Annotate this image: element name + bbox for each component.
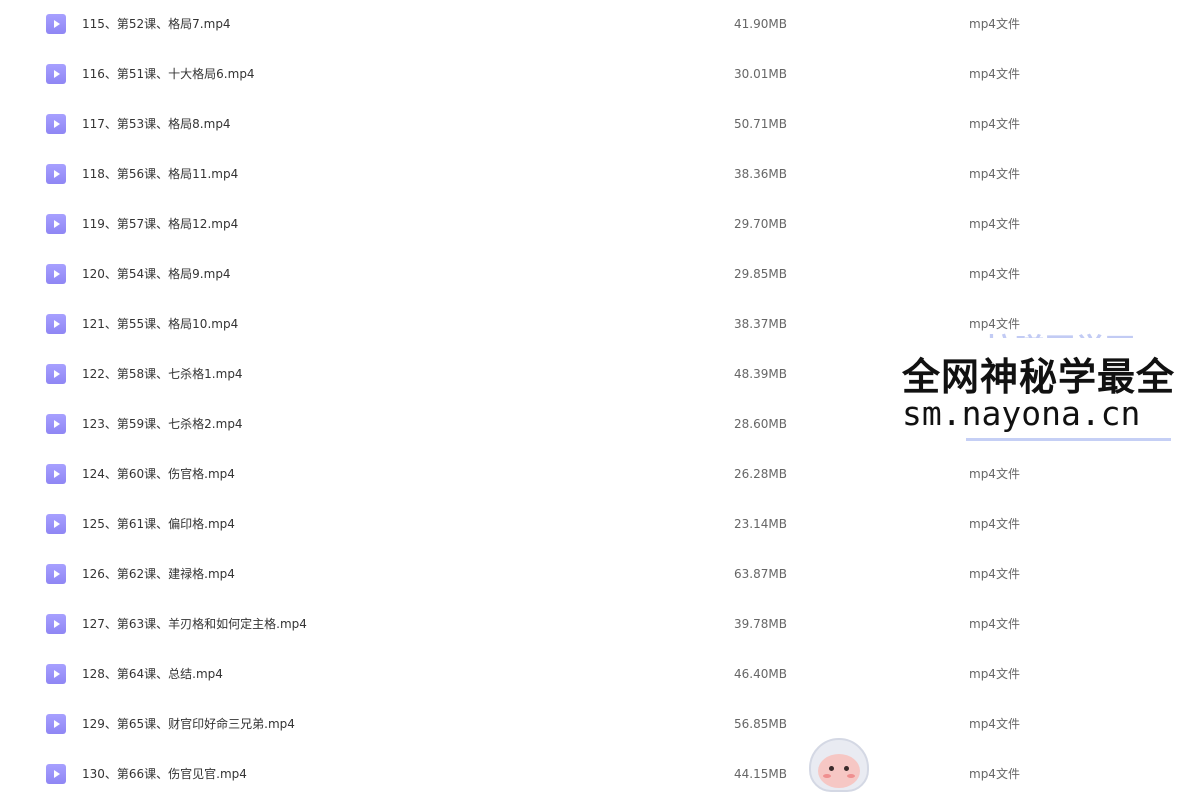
- video-file-icon: [46, 14, 66, 34]
- file-size: 46.40MB: [734, 667, 787, 681]
- file-type: mp4文件: [969, 167, 1020, 181]
- file-row[interactable]: 129、第65课、财官印好命三兄弟.mp4 56.85MB mp4文件: [0, 700, 1193, 750]
- video-file-icon: [46, 714, 66, 734]
- file-name[interactable]: 129、第65课、财官印好命三兄弟.mp4: [82, 716, 295, 732]
- file-name[interactable]: 119、第57课、格局12.mp4: [82, 216, 238, 232]
- file-row[interactable]: 118、第56课、格局11.mp4 38.36MB mp4文件: [0, 150, 1193, 200]
- file-size: 28.60MB: [734, 417, 787, 431]
- file-row[interactable]: 127、第63课、羊刃格和如何定主格.mp4 39.78MB mp4文件: [0, 600, 1193, 650]
- file-type: mp4文件: [969, 67, 1020, 81]
- mascot-eye-left: [829, 766, 834, 771]
- file-size: 23.14MB: [734, 517, 787, 531]
- mascot-icon[interactable]: [806, 736, 872, 792]
- file-name[interactable]: 126、第62课、建禄格.mp4: [82, 566, 235, 582]
- file-name[interactable]: 125、第61课、偏印格.mp4: [82, 516, 235, 532]
- file-size: 30.01MB: [734, 67, 787, 81]
- file-name[interactable]: 121、第55课、格局10.mp4: [82, 316, 238, 332]
- file-name[interactable]: 117、第53课、格局8.mp4: [82, 116, 231, 132]
- file-size: 56.85MB: [734, 717, 787, 731]
- video-file-icon: [46, 664, 66, 684]
- file-name[interactable]: 120、第54课、格局9.mp4: [82, 266, 231, 282]
- watermark-overlay: 全网神秘学最全 sm.nayona.cn: [894, 338, 1193, 444]
- video-file-icon: [46, 564, 66, 584]
- file-type: mp4文件: [969, 617, 1020, 631]
- file-type: mp4文件: [969, 267, 1020, 281]
- file-size: 41.90MB: [734, 17, 787, 31]
- file-size: 63.87MB: [734, 567, 787, 581]
- watermark-title: 全网神秘学最全: [902, 355, 1176, 399]
- video-file-icon: [46, 514, 66, 534]
- file-name[interactable]: 122、第58课、七杀格1.mp4: [82, 366, 243, 382]
- file-name[interactable]: 130、第66课、伤官见官.mp4: [82, 766, 247, 782]
- file-size: 44.15MB: [734, 767, 787, 781]
- video-file-icon: [46, 314, 66, 334]
- file-row[interactable]: 126、第62课、建禄格.mp4 63.87MB mp4文件: [0, 550, 1193, 600]
- video-file-icon: [46, 164, 66, 184]
- file-row[interactable]: 115、第52课、格局7.mp4 41.90MB mp4文件: [0, 0, 1193, 50]
- file-size: 38.37MB: [734, 317, 787, 331]
- file-name[interactable]: 118、第56课、格局11.mp4: [82, 166, 238, 182]
- file-size: 26.28MB: [734, 467, 787, 481]
- file-name[interactable]: 128、第64课、总结.mp4: [82, 666, 223, 682]
- mascot-eye-right: [844, 766, 849, 771]
- file-type: mp4文件: [969, 717, 1020, 731]
- file-row[interactable]: 130、第66课、伤官见官.mp4 44.15MB mp4文件: [0, 750, 1193, 792]
- mascot-cheek-right: [847, 774, 855, 778]
- file-row[interactable]: 120、第54课、格局9.mp4 29.85MB mp4文件: [0, 250, 1193, 300]
- file-name[interactable]: 115、第52课、格局7.mp4: [82, 16, 231, 32]
- file-row[interactable]: 125、第61课、偏印格.mp4 23.14MB mp4文件: [0, 500, 1193, 550]
- video-file-icon: [46, 114, 66, 134]
- video-file-icon: [46, 264, 66, 284]
- file-size: 29.70MB: [734, 217, 787, 231]
- video-file-icon: [46, 64, 66, 84]
- file-row[interactable]: 117、第53课、格局8.mp4 50.71MB mp4文件: [0, 100, 1193, 150]
- file-size: 29.85MB: [734, 267, 787, 281]
- video-file-icon: [46, 364, 66, 384]
- file-size: 48.39MB: [734, 367, 787, 381]
- file-size: 50.71MB: [734, 117, 787, 131]
- file-type: mp4文件: [969, 667, 1020, 681]
- file-name[interactable]: 116、第51课、十大格局6.mp4: [82, 66, 255, 82]
- file-list-page: 115、第52课、格局7.mp4 41.90MB mp4文件 116、第51课、十大格…: [0, 0, 1193, 792]
- file-type: mp4文件: [969, 217, 1020, 231]
- file-name[interactable]: 124、第60课、伤官格.mp4: [82, 466, 235, 482]
- file-type: mp4文件: [969, 567, 1020, 581]
- video-file-icon: [46, 764, 66, 784]
- watermark-url: sm.nayona.cn: [902, 394, 1141, 433]
- file-type: mp4文件: [969, 117, 1020, 131]
- file-size: 38.36MB: [734, 167, 787, 181]
- file-size: 39.78MB: [734, 617, 787, 631]
- watermark-underline: [966, 438, 1171, 441]
- file-name[interactable]: 127、第63课、羊刃格和如何定主格.mp4: [82, 616, 307, 632]
- file-row[interactable]: 116、第51课、十大格局6.mp4 30.01MB mp4文件: [0, 50, 1193, 100]
- video-file-icon: [46, 214, 66, 234]
- file-row[interactable]: 128、第64课、总结.mp4 46.40MB mp4文件: [0, 650, 1193, 700]
- file-row[interactable]: 119、第57课、格局12.mp4 29.70MB mp4文件: [0, 200, 1193, 250]
- file-row[interactable]: 124、第60课、伤官格.mp4 26.28MB mp4文件: [0, 450, 1193, 500]
- file-type: mp4文件: [969, 767, 1020, 781]
- mascot-face: [818, 754, 860, 788]
- file-type: mp4文件: [969, 17, 1020, 31]
- file-type: mp4文件: [969, 467, 1020, 481]
- video-file-icon: [46, 464, 66, 484]
- video-file-icon: [46, 614, 66, 634]
- mascot-cheek-left: [823, 774, 831, 778]
- file-name[interactable]: 123、第59课、七杀格2.mp4: [82, 416, 243, 432]
- file-type: mp4文件: [969, 517, 1020, 531]
- video-file-icon: [46, 414, 66, 434]
